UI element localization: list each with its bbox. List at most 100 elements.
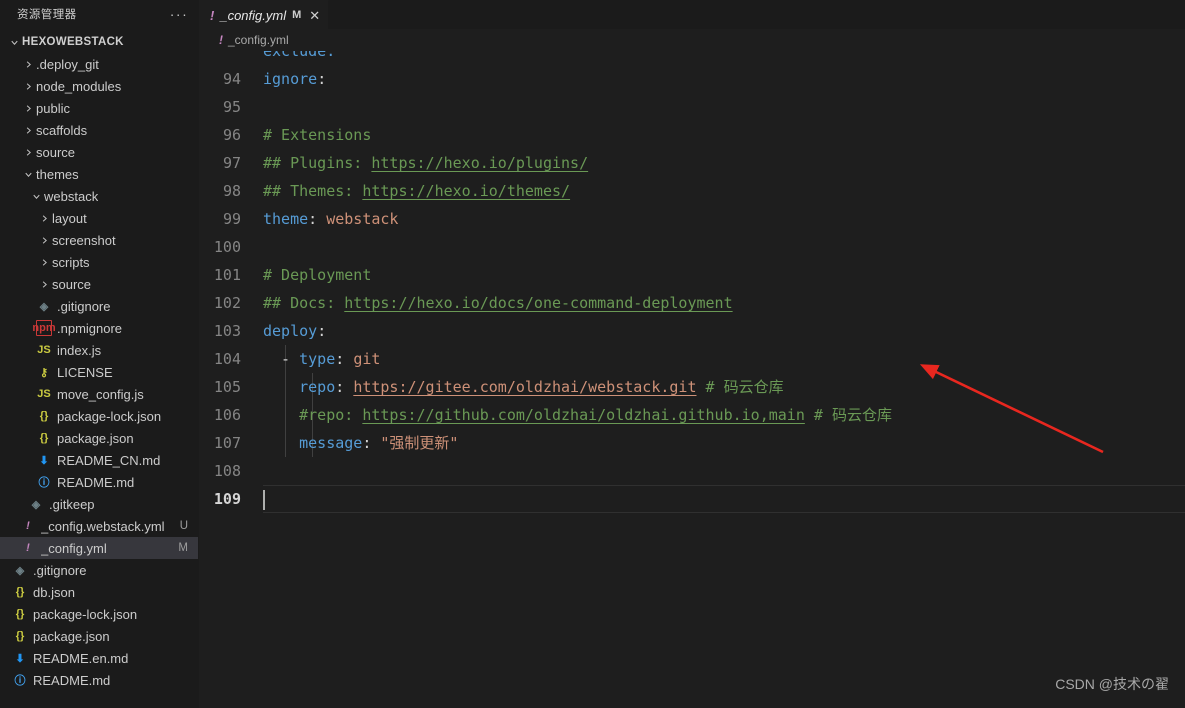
code-editor[interactable]: exclude: 94 ignore: 95 96 # Extensions 97 ## Pl… [199,51,1185,708]
chevron-right-icon[interactable] [20,78,36,94]
tree-item-label: package.json [33,628,110,644]
tree-file-row[interactable]: ◈ .gitignore [0,295,198,317]
code-line-content [263,93,1185,121]
code-line[interactable]: 95 [199,93,1185,121]
tree-item-label: index.js [57,342,102,358]
markdown-down-icon: ⬇ [39,454,49,467]
code-line[interactable]: 104 - type: git [199,345,1185,373]
code-text: - type: git [263,345,380,373]
code-token: # Deployment [263,266,372,284]
tree-folder-row[interactable]: webstack [0,185,198,207]
tree-item-label: move_config.js [57,386,144,402]
tree-item-label: .npmignore [57,320,123,336]
chevron-down-icon[interactable] [6,34,22,50]
line-number: 98 [222,182,241,200]
tree-file-row[interactable]: {} package-lock.json [0,603,198,625]
tree-item-label: themes [36,166,79,182]
code-line[interactable]: exclude: [199,51,1185,65]
tree-folder-row[interactable]: source [0,273,198,295]
line-number: 105 [213,378,241,396]
code-line[interactable]: 97 ## Plugins: https://hexo.io/plugins/ [199,149,1185,177]
code-line[interactable]: 103 deploy: [199,317,1185,345]
code-line[interactable]: 102 ## Docs: https://hexo.io/docs/one-com… [199,289,1185,317]
code-line[interactable]: 98 ## Themes: https://hexo.io/themes/ [199,177,1185,205]
tree-file-row[interactable]: {} package.json [0,625,198,647]
code-token: : [308,210,327,228]
close-icon[interactable]: ✕ [309,9,320,22]
code-line-content: message: "强制更新" [263,429,1185,457]
tree-file-row[interactable]: npm .npmignore [0,317,198,339]
tree-file-row[interactable]: ⬇ README_CN.md [0,449,198,471]
code-text: ## Plugins: https://hexo.io/plugins/ [263,149,588,177]
code-token: exclude: [263,51,336,60]
tree-folder-row[interactable]: source [0,141,198,163]
code-line[interactable]: 108 [199,457,1185,485]
tree-file-row[interactable]: ⚷ LICENSE [0,361,198,383]
tree-folder-row[interactable]: scaffolds [0,119,198,141]
tree-item-label: db.json [33,584,75,600]
code-line[interactable]: 105 repo: https://gitee.com/oldzhai/webs… [199,373,1185,401]
code-lines[interactable]: exclude: 94 ignore: 95 96 # Extensions 97 ## Pl… [199,51,1185,513]
tree-file-row[interactable]: ! _config.webstack.yml U [0,515,198,537]
tree-file-row[interactable]: JS move_config.js [0,383,198,405]
git-status-badge: U [179,520,188,532]
code-line[interactable]: 100 [199,233,1185,261]
code-token: ## Plugins: [263,154,372,172]
tree-item-label: package.json [57,430,134,446]
git-icon: ◈ [39,300,49,313]
code-line-content: theme: webstack [263,205,1185,233]
tree-folder-row[interactable]: .deploy_git [0,53,198,75]
tree-file-row[interactable]: ⬇ README.en.md [0,647,198,669]
chevron-right-icon[interactable] [20,56,36,72]
code-line[interactable]: 106 #repo: https://github.com/oldzhai/ol… [199,401,1185,429]
tree-root-folder[interactable]: HEXOWEBSTACK [0,31,198,53]
tree-item-label: .gitignore [33,562,87,578]
file-tree[interactable]: HEXOWEBSTACK .deploy_git node_modules publi… [0,28,198,708]
code-line[interactable]: 96 # Extensions [199,121,1185,149]
tree-file-row[interactable]: {} db.json [0,581,198,603]
tab-config-yml[interactable]: ! _config.yml M ✕ [199,0,330,29]
tree-file-row[interactable]: ⓘ README.md [0,471,198,493]
tree-file-row[interactable]: {} package-lock.json [0,405,198,427]
chevron-down-icon[interactable] [28,188,44,204]
tree-file-row[interactable]: ◈ .gitignore [0,559,198,581]
code-text: theme: webstack [263,205,398,233]
code-line[interactable]: 109 [199,485,1185,513]
code-text: exclude: [263,51,335,65]
chevron-down-icon[interactable] [20,166,36,182]
yaml-icon: ! [26,520,30,532]
code-line-content [263,485,1185,513]
chevron-right-icon[interactable] [20,100,36,116]
tree-file-row[interactable]: ⓘ README.md [0,669,198,691]
chevron-right-icon[interactable] [20,122,36,138]
chevron-right-icon[interactable] [36,232,52,248]
tree-item-label: README.en.md [33,650,129,666]
chevron-right-icon[interactable] [36,254,52,270]
code-token: https://hexo.io/themes/ [362,182,571,200]
explorer-sidebar: 资源管理器 ··· HEXOWEBSTACK .deploy_git node_mo… [0,0,199,708]
tree-folder-row[interactable]: screenshot [0,229,198,251]
chevron-right-icon[interactable] [36,276,52,292]
tree-file-row[interactable]: JS index.js [0,339,198,361]
tree-file-row[interactable]: ! _config.yml M [0,537,198,559]
tree-folder-row[interactable]: layout [0,207,198,229]
line-number: 109 [213,490,241,508]
breadcrumb-label: _config.yml [228,33,289,47]
tree-folder-row[interactable]: node_modules [0,75,198,97]
chevron-right-icon[interactable] [36,210,52,226]
tree-folder-row[interactable]: public [0,97,198,119]
code-line[interactable]: 107 message: "强制更新" [199,429,1185,457]
line-number: 104 [213,350,241,368]
code-line[interactable]: 94 ignore: [199,65,1185,93]
tree-folder-row[interactable]: scripts [0,251,198,273]
code-text [263,485,265,513]
tree-file-row[interactable]: {} package.json [0,427,198,449]
license-key-icon: ⚷ [39,366,49,379]
code-line[interactable]: 99 theme: webstack [199,205,1185,233]
code-line[interactable]: 101 # Deployment [199,261,1185,289]
tree-folder-row[interactable]: themes [0,163,198,185]
chevron-right-icon[interactable] [20,144,36,160]
more-actions-icon[interactable]: ··· [168,4,190,24]
breadcrumb[interactable]: ! _config.yml [199,29,1185,51]
tree-file-row[interactable]: ◈ .gitkeep [0,493,198,515]
